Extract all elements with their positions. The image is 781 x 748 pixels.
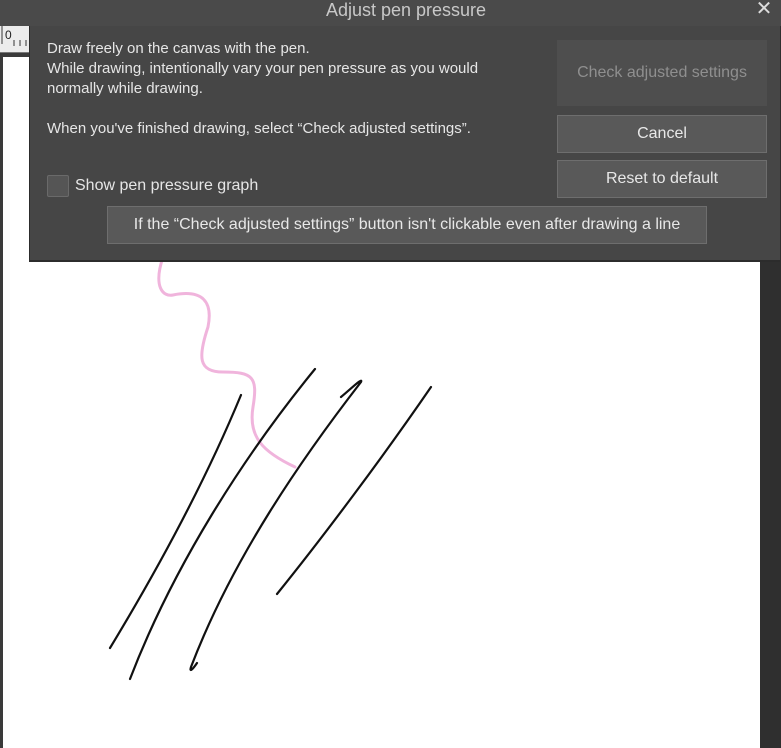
- cancel-button[interactable]: Cancel: [557, 115, 767, 153]
- pen-line-1: [108, 393, 243, 650]
- pen-line-3: [189, 379, 363, 672]
- ruler-ticks: [1, 26, 27, 46]
- instruction-line-3: When you've finished drawing, select “Ch…: [47, 120, 471, 137]
- show-pen-pressure-graph-checkbox[interactable]: [47, 175, 69, 197]
- check-adjusted-settings-button[interactable]: Check adjusted settings: [557, 40, 767, 106]
- window-title: Adjust pen pressure: [325, 0, 487, 20]
- instruction-line-2: While drawing, intentionally vary your p…: [47, 60, 479, 97]
- check-button-help-button[interactable]: If the “Check adjusted settings” button …: [107, 206, 707, 244]
- instructions: Draw freely on the canvas with the pen. …: [47, 39, 527, 139]
- show-pen-pressure-graph-option[interactable]: Show pen pressure graph: [47, 175, 258, 197]
- instruction-line-1: Draw freely on the canvas with the pen.: [47, 40, 310, 57]
- ruler-corner: 0: [0, 26, 30, 53]
- pink-stroke: [157, 255, 297, 469]
- show-pen-pressure-graph-label: Show pen pressure graph: [75, 177, 259, 194]
- pen-line-2: [128, 367, 317, 681]
- title-bar: Adjust pen pressure ✕: [0, 0, 781, 26]
- adjust-pen-pressure-dialog: Draw freely on the canvas with the pen. …: [29, 26, 780, 262]
- pen-line-4: [275, 385, 433, 596]
- reset-to-default-button[interactable]: Reset to default: [557, 160, 767, 198]
- close-icon[interactable]: ✕: [753, 0, 775, 20]
